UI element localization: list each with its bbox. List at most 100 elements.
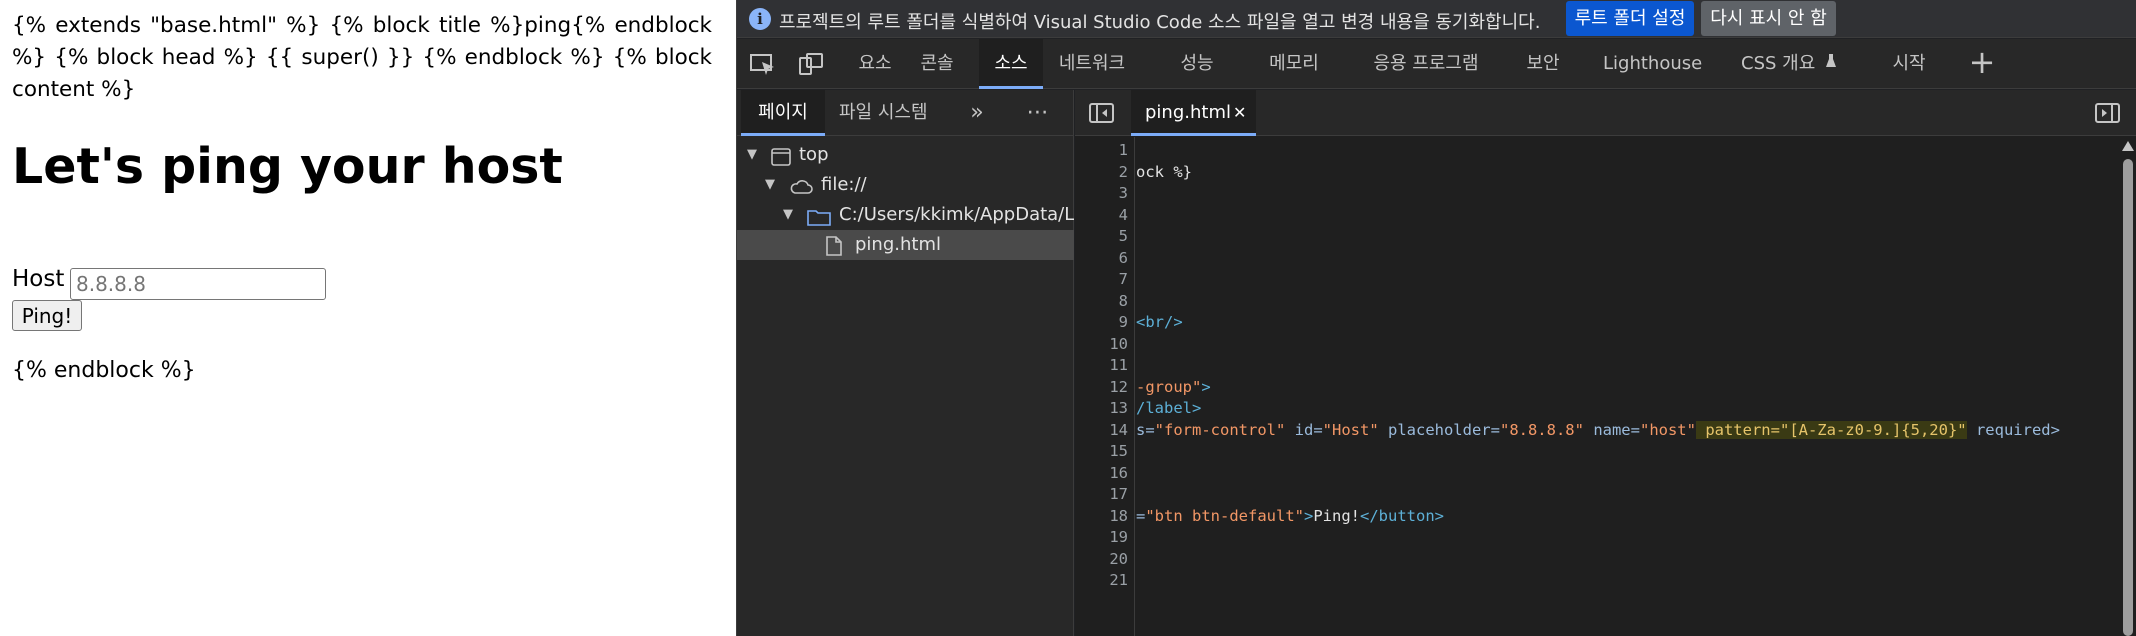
- code-token: pattern=: [1695, 421, 1780, 439]
- tree-item-top[interactable]: ▼ top: [737, 140, 1074, 170]
- close-tab-icon[interactable]: ✕: [1233, 90, 1246, 136]
- code-token: "[A-Za-z0-9.]{5,20}": [1779, 421, 1967, 439]
- endblock-text: {% endblock %}: [12, 358, 196, 383]
- line-number: 18: [1109, 507, 1128, 525]
- navigator-tabs: 페이지 파일 시스템 » ⋯: [737, 90, 1074, 136]
- code-token: ock %}: [1136, 163, 1192, 181]
- devtools-main-tabs: 요소 콘솔 소스 네트워크 성능 메모리 응용 프로그램 보안 Lighthou…: [737, 39, 2136, 89]
- tab-application[interactable]: 응용 프로그램: [1365, 39, 1487, 89]
- line-number: 3: [1118, 184, 1128, 202]
- code-token: "host": [1639, 421, 1696, 439]
- tab-performance[interactable]: 성능: [1169, 39, 1225, 89]
- line-number-gutter: 1 2 3 4 5 6 7 8 9 10 11 12 13 14 15 16 1…: [1075, 137, 1135, 636]
- code-token: Ping!: [1313, 507, 1360, 525]
- line-number: 21: [1109, 571, 1128, 589]
- line-number: 11: [1109, 356, 1128, 374]
- code-token: required>: [1966, 421, 2060, 439]
- editor-file-tab[interactable]: ping.html ✕: [1131, 90, 1256, 136]
- tab-memory[interactable]: 메모리: [1259, 39, 1329, 89]
- tree-item-folder[interactable]: ▼ C:/Users/kkimk/AppData/Loca: [737, 200, 1074, 230]
- line-number: 2: [1118, 163, 1128, 181]
- line-number: 10: [1109, 335, 1128, 353]
- code-token: >: [1303, 507, 1314, 525]
- line-number: 13: [1109, 399, 1128, 417]
- line-number: 6: [1118, 249, 1128, 267]
- line-number: 1: [1118, 141, 1128, 159]
- code-token: </button>: [1360, 507, 1444, 525]
- tab-css-overview-label: CSS 개요: [1741, 53, 1816, 74]
- expand-triangle-icon: ▼: [747, 147, 757, 162]
- code-token: "Host": [1322, 421, 1379, 439]
- code-area[interactable]: ock %} <br/> -group"> /label> s="form-co…: [1136, 137, 2106, 636]
- code-line-14: s="form-control" id="Host" placeholder="…: [1136, 419, 2060, 441]
- tab-sources[interactable]: 소스: [979, 39, 1043, 89]
- code-token: placeholder=: [1378, 421, 1500, 439]
- code-token: "form-control": [1154, 421, 1286, 439]
- line-number: 8: [1118, 292, 1128, 310]
- file-icon: [825, 236, 843, 260]
- info-icon: i: [749, 8, 771, 30]
- expand-triangle-icon: ▼: [765, 177, 775, 192]
- tree-label-file: ping.html: [855, 234, 941, 255]
- devtools-panel: i 프로젝트의 루트 폴더를 식별하여 Visual Studio Code 소…: [737, 0, 2136, 636]
- tree-item-file[interactable]: ping.html: [737, 230, 1074, 260]
- line-number: 15: [1109, 442, 1128, 460]
- toggle-navigator-icon[interactable]: [1089, 102, 1115, 128]
- template-text: {% extends "base.html" %} {% block title…: [12, 13, 712, 102]
- editor-pane: ping.html ✕ 1 2 3 4 5 6 7 8 9 10 11 12 1…: [1075, 90, 2136, 636]
- infobar-message: 프로젝트의 루트 폴더를 식별하여 Visual Studio Code 소스 …: [779, 12, 1541, 33]
- expand-triangle-icon: ▼: [783, 207, 793, 222]
- editor-tabs: ping.html ✕: [1075, 90, 2136, 136]
- scrollbar-thumb[interactable]: [2123, 159, 2133, 636]
- line-number: 16: [1109, 464, 1128, 482]
- code-line-18: ="btn btn-default">Ping!</button>: [1136, 505, 1444, 527]
- tab-welcome[interactable]: 시작: [1885, 39, 1933, 89]
- more-tabs-chevron-icon[interactable]: »: [965, 90, 989, 136]
- code-token: name=: [1583, 421, 1640, 439]
- host-label: Host: [12, 266, 65, 292]
- scroll-up-arrow-icon[interactable]: [2122, 141, 2134, 151]
- tree-item-origin[interactable]: ▼ file://: [737, 170, 1074, 200]
- line-number: 4: [1118, 206, 1128, 224]
- ping-button[interactable]: Ping!: [12, 300, 82, 331]
- editor-scrollbar[interactable]: [2120, 137, 2136, 636]
- toggle-debugger-icon[interactable]: [2095, 102, 2121, 128]
- inspect-element-icon[interactable]: [749, 52, 777, 76]
- line-number: 7: [1118, 270, 1128, 288]
- tree-label-origin: file://: [821, 174, 867, 195]
- code-token: -group": [1136, 378, 1202, 396]
- device-toolbar-icon[interactable]: [797, 52, 825, 76]
- tree-label-top: top: [799, 144, 829, 165]
- code-token: <br/>: [1136, 313, 1183, 331]
- code-line-2: ock %}: [1136, 161, 1192, 183]
- line-number: 12: [1109, 378, 1128, 396]
- code-line-9: <br/>: [1136, 311, 1183, 333]
- frame-icon: [771, 146, 791, 170]
- navigator-tab-page[interactable]: 페이지: [741, 90, 825, 136]
- tab-security[interactable]: 보안: [1519, 39, 1567, 89]
- host-input[interactable]: [70, 268, 326, 300]
- flask-icon: [1825, 39, 1837, 89]
- more-tools-plus-icon[interactable]: +: [1967, 46, 1997, 81]
- navigator-tab-filesystem[interactable]: 파일 시스템: [839, 90, 943, 136]
- set-root-folder-button[interactable]: 루트 폴더 설정: [1566, 1, 1694, 36]
- tree-label-folder: C:/Users/kkimk/AppData/Loca: [839, 204, 1074, 225]
- cloud-icon: [789, 176, 813, 200]
- code-token: /label>: [1136, 399, 1202, 417]
- code-token: =: [1136, 507, 1146, 525]
- dont-show-again-button[interactable]: 다시 표시 안 함: [1701, 1, 1836, 36]
- tab-network[interactable]: 네트워크: [1049, 39, 1135, 89]
- line-number: 9: [1118, 313, 1128, 331]
- navigator-menu-icon[interactable]: ⋯: [1021, 90, 1055, 136]
- tab-css-overview[interactable]: CSS 개요: [1737, 39, 1841, 89]
- code-highlight: pattern="[A-Za-z0-9.]{5,20}": [1695, 421, 1967, 439]
- code-token: id=: [1285, 421, 1323, 439]
- tab-lighthouse[interactable]: Lighthouse: [1603, 39, 1702, 89]
- line-number: 20: [1109, 550, 1128, 568]
- code-line-13: /label>: [1136, 397, 1201, 419]
- code-token: "btn btn-default": [1145, 507, 1304, 525]
- tab-console[interactable]: 콘솔: [909, 39, 965, 89]
- code-token: >: [1201, 378, 1211, 396]
- editor-file-tab-label: ping.html: [1145, 102, 1231, 123]
- tab-elements[interactable]: 요소: [847, 39, 903, 89]
